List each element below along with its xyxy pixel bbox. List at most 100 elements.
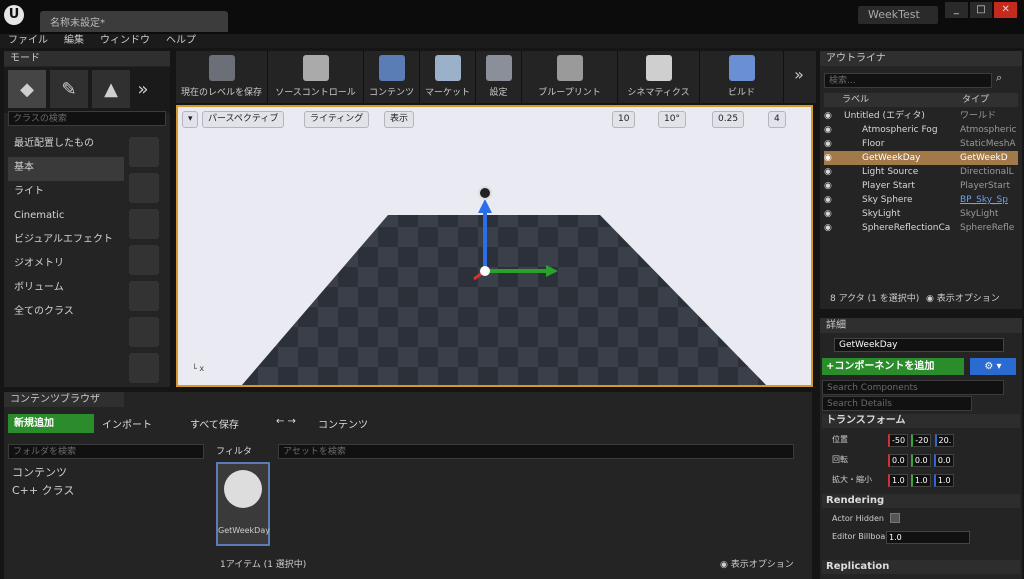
content-button[interactable]: コンテンツ [364,51,420,103]
viewport-options-button[interactable]: ▾ [182,111,198,128]
actor-name-field[interactable]: GetWeekDay [834,338,1004,352]
sphere-icon[interactable] [129,353,159,383]
content-view-options[interactable]: ◉ 表示オプション [720,557,794,570]
search-components-input[interactable]: Search Components [822,380,1004,395]
camera-speed-value[interactable]: 4 [768,111,786,128]
rotation-y[interactable]: 0.0 [910,454,931,467]
marketplace-button[interactable]: マーケット [420,51,476,103]
replication-header[interactable]: Replication [822,560,1020,574]
column-type[interactable]: タイプ [962,93,989,107]
search-details-input[interactable]: Search Details [822,396,972,411]
place-mode-icon[interactable]: ◆ [8,70,46,108]
folder-search-input[interactable]: フォルダを検索 [8,444,204,459]
column-label[interactable]: ラベル [824,93,962,107]
settings-button[interactable]: 設定 [476,51,522,103]
import-button[interactable]: インポート [102,416,152,431]
eye-icon[interactable]: ◉ [824,221,842,235]
location-y[interactable]: -20 [911,434,932,447]
empty-actor-icon[interactable] [129,137,159,167]
add-new-button[interactable]: 新規追加 [8,414,94,433]
category-basic[interactable]: 基本 [8,157,124,181]
outliner-tab[interactable]: アウトライナ [820,51,1022,66]
outliner-row[interactable]: ◉ Light Source DirectionalL [824,165,1018,179]
eye-icon[interactable]: ◉ [824,123,842,137]
eye-icon[interactable]: ◉ [824,179,842,193]
blueprints-button[interactable]: ブループリント [522,51,618,103]
category-volumes[interactable]: ボリューム [8,277,124,301]
paint-mode-icon[interactable]: ✎ [50,70,88,108]
category-recent[interactable]: 最近配置したもの [8,133,124,157]
actor-billboard-icon[interactable] [478,186,492,200]
save-all-button[interactable]: すべて保存 [190,416,239,431]
scale-x[interactable]: 1.0 [888,474,908,487]
blueprint-options-button[interactable]: ⚙ ▾ [970,358,1016,375]
perspective-button[interactable]: パースペクティブ [202,111,285,128]
level-viewport[interactable]: └ x ▾ パースペクティブ ライティング 表示 10 10° 0.25 4 [176,105,813,387]
content-path[interactable]: コンテンツ [318,416,368,431]
actor-pivot[interactable] [480,266,490,276]
cinematics-button[interactable]: シネマティクス [618,51,700,103]
back-forward-icon[interactable]: ← → [276,416,296,427]
outliner-view-options[interactable]: ◉ 表示オプション [926,291,1000,304]
outliner-row[interactable]: ◉ Player Start PlayerStart [824,179,1018,193]
build-button[interactable]: ビルド [700,51,784,103]
category-all-classes[interactable]: 全てのクラス [8,301,124,325]
position-label[interactable]: 位置 [832,434,848,445]
menu-file[interactable]: ファイル [0,34,56,48]
outliner-search-input[interactable]: 検索... [824,73,992,88]
outliner-row[interactable]: ◉ SkyLight SkyLight [824,207,1018,221]
unreal-logo-icon[interactable]: U [4,5,24,25]
save-level-button[interactable]: 現在のレベルを保存 [176,51,268,103]
more-modes-icon[interactable]: » [134,70,152,108]
point-light-icon[interactable] [129,245,159,275]
eye-icon[interactable]: ◉ [824,137,842,151]
category-lights[interactable]: ライト [8,181,124,205]
rotation-snap-value[interactable]: 10° [658,111,686,128]
lighting-button[interactable]: ライティング [304,111,370,128]
menu-help[interactable]: ヘルプ [158,34,204,48]
cube-icon[interactable] [129,317,159,347]
outliner-row-selected[interactable]: ◉ GetWeekDay GetWeekD [824,151,1018,165]
eye-icon[interactable]: ◉ [824,207,842,221]
rotation-x[interactable]: 0.0 [888,454,908,467]
editor-billboard-field[interactable]: 1.0 [886,531,970,544]
scale-label[interactable]: 拡大・縮小 [832,474,872,485]
close-button[interactable]: ✕ [994,2,1018,18]
eye-icon[interactable]: ◉ [824,165,842,179]
rotation-label[interactable]: 回転 [832,454,848,465]
menu-edit[interactable]: 編集 [56,34,92,48]
modes-tab[interactable]: モード [4,51,170,66]
minimize-button[interactable]: _ [945,2,968,18]
source-control-button[interactable]: ソースコントロール [268,51,364,103]
maximize-button[interactable]: □ [969,2,993,18]
category-cinematic[interactable]: Cinematic [8,205,124,229]
pawn-icon[interactable] [129,209,159,239]
rendering-header[interactable]: Rendering [822,494,1020,508]
landscape-mode-icon[interactable]: ▲ [92,70,130,108]
eye-icon[interactable]: ◉ [824,193,842,207]
location-x[interactable]: -50 [888,434,909,447]
asset-search-input[interactable]: アセットを検索 [278,444,794,459]
outliner-row[interactable]: ◉ Untitled (エディタ) ワールド [824,109,1018,123]
filter-button[interactable]: フィルタ [216,444,252,457]
category-geometry[interactable]: ジオメトリ [8,253,124,277]
player-start-icon[interactable] [129,281,159,311]
level-tab[interactable]: 名称未設定* [40,11,228,32]
tree-cpp-classes[interactable]: C++ クラス [12,482,74,498]
scale-z[interactable]: 1.0 [933,474,954,487]
show-button[interactable]: 表示 [384,111,415,128]
scale-snap-value[interactable]: 0.25 [712,111,745,128]
add-component-button[interactable]: +コンポーネントを追加 [822,358,964,375]
rotation-z[interactable]: 0.0 [933,454,954,467]
asset-tile[interactable]: GetWeekDay [216,462,270,546]
actor-hidden-checkbox[interactable] [890,513,900,523]
character-icon[interactable] [129,173,159,203]
tree-content[interactable]: コンテンツ [12,464,67,480]
scale-y[interactable]: 1.0 [910,474,931,487]
details-tab[interactable]: 詳細 [820,318,1022,333]
outliner-row[interactable]: ◉ Floor StaticMeshA [824,137,1018,151]
content-browser-tab[interactable]: コンテンツブラウザ [4,392,124,407]
search-icon[interactable]: ⌕ [996,71,1002,85]
location-z[interactable]: 20. [934,434,955,447]
transform-header[interactable]: トランスフォーム [822,414,1020,428]
